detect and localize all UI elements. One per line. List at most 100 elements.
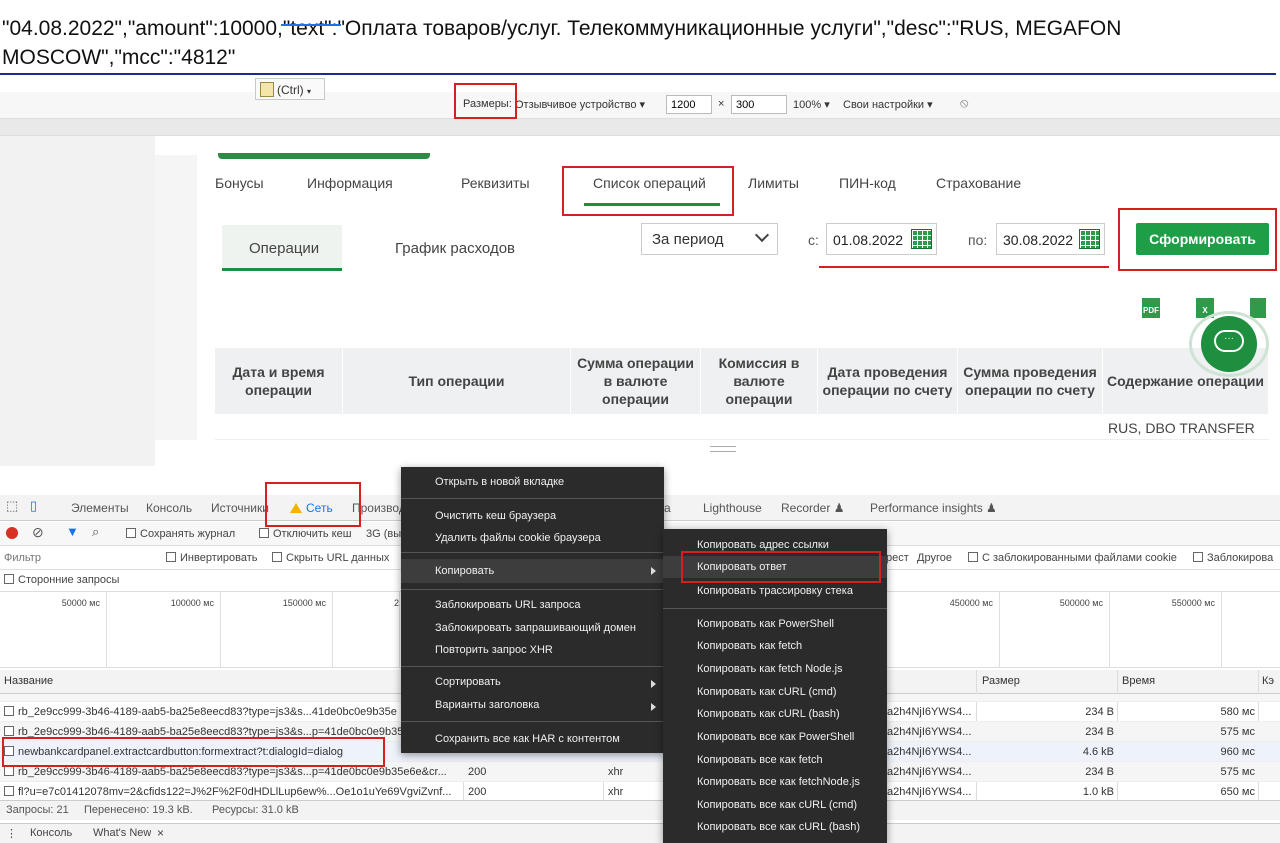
tab-operations-list[interactable]: Список операций [593,175,706,191]
tab-elements[interactable]: Элементы [71,501,129,515]
to-date-input[interactable]: 30.08.2022 [996,223,1105,255]
submenu-copy-powershell[interactable]: Копировать как PowerShell [663,618,887,630]
pdf-icon[interactable]: PDF [1142,298,1160,318]
request-size: 234 B [1085,766,1114,778]
times-sign: × [718,98,725,110]
request-status: 200 [468,786,487,798]
inspect-icon[interactable]: ⬚ [6,498,18,514]
from-date-input[interactable]: 01.08.2022 [826,223,937,255]
throttle-select[interactable]: 3G (вы [366,528,401,540]
width-input[interactable] [666,95,712,114]
submenu-copy-all-curl-cmd[interactable]: Копировать все как cURL (cmd) [663,799,887,811]
filter-other[interactable]: Другое [917,552,952,564]
tab-information[interactable]: Информация [307,175,393,191]
hide-data-urls-checkbox[interactable]: Скрыть URL данных [272,552,389,564]
network-status-bar: Запросы: 21 Перенесено: 19.3 kB. Ресурсы… [0,800,1280,820]
rotate-icon[interactable]: ⦸ [960,95,968,111]
close-icon[interactable]: × [157,826,164,840]
resources-size: Ресурсы: 31.0 kB [212,804,299,816]
blocked-requests-checkbox[interactable]: Заблокирова [1193,552,1273,564]
submenu-copy-fetch[interactable]: Копировать как fetch [663,640,887,652]
chevron-right-icon [651,567,656,575]
column-cache[interactable]: Кэ [1262,675,1274,687]
menu-item-sort[interactable]: Сортировать [401,676,664,688]
tab-performance[interactable]: Производ [352,501,406,515]
submenu-copy-all-fetch[interactable]: Копировать все как fetch [663,754,887,766]
resize-handle[interactable] [710,446,736,452]
record-icon[interactable] [6,527,18,539]
custom-settings-select[interactable]: Свои настройки ▾ [843,98,933,111]
request-initiator[interactable]: a2h4NjI6YWS4... [887,766,973,778]
subtab-expense-chart[interactable]: График расходов [395,240,515,257]
calendar-icon[interactable] [911,229,932,249]
menu-item-open-new-tab[interactable]: Открыть в новой вкладке [401,476,664,488]
menu-item-block-domain[interactable]: Заблокировать запрашивающий домен [401,622,664,634]
request-initiator[interactable]: a2h4NjI6YWS4... [887,706,973,718]
tab-performance-insights[interactable]: Performance insights ♟ [870,501,997,515]
device-select[interactable]: Отзывчивое устройство ▾ [515,98,645,111]
menu-item-clear-cookies[interactable]: Удалить файлы cookie браузера [401,532,664,544]
device-toggle-icon[interactable]: ▯ [30,498,37,514]
column-time[interactable]: Время [1122,675,1155,687]
tab-console[interactable]: Консоль [146,501,192,515]
tab-bonuses[interactable]: Бонусы [215,175,264,191]
menu-item-replay-xhr[interactable]: Повторить запрос XHR [401,644,664,656]
drawer-menu-icon[interactable]: ⋮ [6,827,17,840]
tab-network[interactable]: Сеть [290,501,333,515]
disable-cache-checkbox[interactable]: Отключить кеш [259,528,352,540]
filter-input[interactable] [0,548,155,567]
submenu-copy-stack-trace[interactable]: Копировать трассировку стека [663,585,887,597]
request-initiator[interactable]: a2h4NjI6YWS4... [887,726,973,738]
tab-memory-fragment[interactable]: a [664,501,671,515]
submenu-copy-all-curl-bash[interactable]: Копировать все как cURL (bash) [663,821,887,833]
invert-checkbox[interactable]: Инвертировать [166,552,257,564]
invert-label: Инвертировать [180,552,258,564]
tab-insurance[interactable]: Страхование [936,175,1021,191]
column-size[interactable]: Размер [982,675,1020,687]
subtab-operations[interactable]: Операции [249,240,319,257]
menu-item-copy[interactable]: Копировать [401,559,664,583]
warning-icon [290,503,302,513]
filter-icon[interactable]: ▼ [66,524,79,539]
th-amount-currency: Сумма операции в валюте операции [571,348,701,414]
third-party-checkbox[interactable]: Сторонние запросы [4,574,119,586]
tab-pin[interactable]: ПИН-код [839,175,896,191]
drawer-tab-whats-new[interactable]: What's New [93,827,151,839]
submenu-copy-curl-bash[interactable]: Копировать как cURL (bash) [663,708,887,720]
menu-item-clear-cache[interactable]: Очистить кеш браузера [401,510,664,522]
submenu-copy-link-address[interactable]: Копировать адрес ссылки [663,539,887,551]
submenu-copy-fetch-node[interactable]: Копировать как fetch Node.js [663,663,887,675]
paste-options-chip[interactable]: (Ctrl) ▾ [255,78,325,100]
tab-limits[interactable]: Лимиты [748,175,799,191]
table-row[interactable]: fl?u=e7c01412078mv=2&cfids122=J%2F%2F0dH… [0,782,1280,802]
filter-fragment[interactable]: рест [886,552,909,564]
menu-item-save-har[interactable]: Сохранить все как HAR с контентом [401,733,664,745]
menu-item-header-options[interactable]: Варианты заголовка [401,699,664,711]
drawer-tab-console[interactable]: Консоль [30,827,72,839]
submenu-copy-all-fetch-node[interactable]: Копировать все как fetchNode.js [663,776,887,788]
blocked-cookies-checkbox[interactable]: С заблокированными файлами cookie [968,552,1177,564]
zoom-select[interactable]: 100% ▾ [793,98,830,111]
request-initiator[interactable]: a2h4NjI6YWS4... [887,786,973,798]
clear-icon[interactable]: ⊘ [32,524,44,541]
submenu-copy-curl-cmd[interactable]: Копировать как cURL (cmd) [663,686,887,698]
tab-requisites[interactable]: Реквизиты [461,175,530,191]
submenu-copy-all-powershell[interactable]: Копировать все как PowerShell [663,731,887,743]
period-select[interactable]: За период [641,223,778,255]
hide-data-urls-label: Скрыть URL данных [286,552,390,564]
table-row[interactable]: rb_2e9cc999-3b46-4189-aab5-ba25e8eecd83?… [0,762,1280,782]
menu-item-block-url[interactable]: Заблокировать URL запроса [401,599,664,611]
search-icon[interactable]: ⌕ [92,524,99,540]
submenu-copy-response[interactable]: Копировать ответ [663,556,887,578]
tab-sources[interactable]: Источники [211,501,269,515]
request-status: 200 [468,766,487,778]
column-name[interactable]: Название [4,675,53,687]
calendar-icon[interactable] [1079,229,1100,249]
generate-button[interactable]: Сформировать [1136,223,1269,255]
height-input[interactable] [731,95,787,114]
print-icon[interactable] [1250,298,1266,318]
preserve-log-checkbox[interactable]: Сохранять журнал [126,528,235,540]
request-initiator[interactable]: a2h4NjI6YWS4... [887,746,973,758]
tab-recorder[interactable]: Recorder ♟ [781,501,844,515]
tab-lighthouse[interactable]: Lighthouse [703,501,762,515]
